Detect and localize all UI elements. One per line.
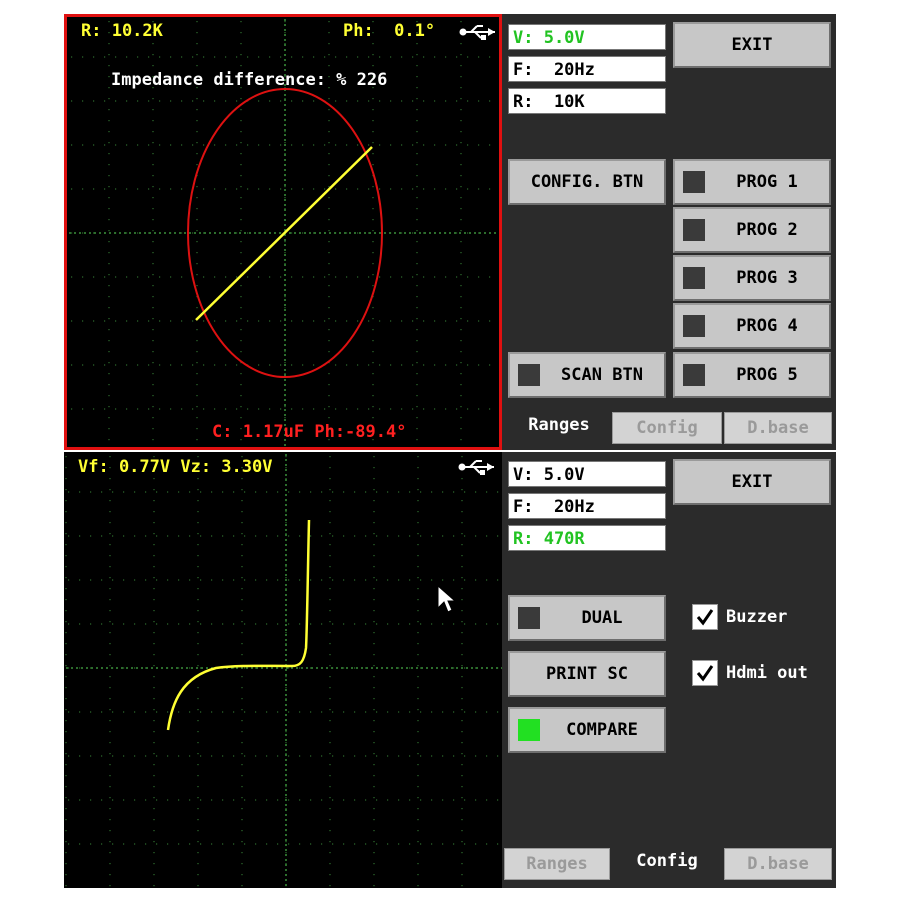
vf-vz-readout: Vf: 0.77V Vz: 3.30V xyxy=(78,457,273,477)
tab-ranges[interactable]: Ranges xyxy=(508,410,610,440)
prog-1-label: PROG 1 xyxy=(736,172,798,192)
prog-2-label: PROG 2 xyxy=(736,220,798,240)
frequency-field[interactable]: F: 20Hz xyxy=(508,493,666,519)
scan-btn-button[interactable]: SCAN BTN xyxy=(508,352,666,398)
prog-2-button[interactable]: PROG 2 xyxy=(673,207,831,253)
frequency-field[interactable]: F: 20Hz xyxy=(508,56,666,82)
prog-1-button[interactable]: PROG 1 xyxy=(673,159,831,205)
tab-config[interactable]: Config xyxy=(612,846,722,876)
tab-dbase[interactable]: D.base xyxy=(724,412,832,444)
compare-label: COMPARE xyxy=(566,720,638,740)
dual-button[interactable]: DUAL xyxy=(508,595,666,641)
check-icon xyxy=(692,660,718,686)
tab-config[interactable]: Config xyxy=(612,412,722,444)
resistance-readout: R: 10.2K xyxy=(81,21,163,41)
prog-5-button[interactable]: PROG 5 xyxy=(673,352,831,398)
tab-dbase[interactable]: D.base xyxy=(724,848,832,880)
diode-scope-plot xyxy=(65,454,502,887)
voltage-field[interactable]: V: 5.0V xyxy=(508,24,666,50)
prog-1-indicator xyxy=(683,171,705,193)
prog-3-label: PROG 3 xyxy=(736,268,798,288)
prog-3-button[interactable]: PROG 3 xyxy=(673,255,831,301)
exit-button-label: EXIT xyxy=(731,35,773,55)
prog-4-label: PROG 4 xyxy=(736,316,798,336)
prog-2-indicator xyxy=(683,219,705,241)
prog-5-indicator xyxy=(683,364,705,386)
diode-scope: Vf: 0.77V Vz: 3.30V xyxy=(64,452,502,888)
capacitance-phase-readout: C: 1.17uF Ph:-89.4° xyxy=(212,422,407,442)
dual-label: DUAL xyxy=(581,608,623,628)
prog-5-label: PROG 5 xyxy=(736,365,798,385)
resistance-field[interactable]: R: 470R xyxy=(508,525,666,551)
exit-button-label: EXIT xyxy=(731,472,773,492)
exit-button[interactable]: EXIT xyxy=(673,459,831,505)
scan-btn-label: SCAN BTN xyxy=(561,365,643,385)
config-btn-button[interactable]: CONFIG. BTN xyxy=(508,159,666,205)
impedance-difference-text: Impedance difference: % 226 xyxy=(111,70,388,90)
compare-indicator xyxy=(518,719,540,741)
print-sc-label: PRINT SC xyxy=(546,664,628,684)
prog-4-indicator xyxy=(683,315,705,337)
scan-btn-indicator xyxy=(518,364,540,386)
prog-4-button[interactable]: PROG 4 xyxy=(673,303,831,349)
buzzer-checkbox[interactable]: Buzzer xyxy=(692,604,787,630)
prog-3-indicator xyxy=(683,267,705,289)
hdmi-out-label: Hdmi out xyxy=(726,663,808,683)
impedance-scope: R: 10.2K Ph: 0.1° Impedance difference: … xyxy=(64,14,502,450)
voltage-field[interactable]: V: 5.0V xyxy=(508,461,666,487)
buzzer-label: Buzzer xyxy=(726,607,788,627)
resistance-field[interactable]: R: 10K xyxy=(508,88,666,114)
check-icon xyxy=(692,604,718,630)
compare-button[interactable]: COMPARE xyxy=(508,707,666,753)
tab-ranges[interactable]: Ranges xyxy=(504,848,610,880)
diode-trace xyxy=(166,519,311,731)
print-sc-button[interactable]: PRINT SC xyxy=(508,651,666,697)
config-btn-label: CONFIG. BTN xyxy=(530,172,644,192)
hdmi-out-checkbox[interactable]: Hdmi out xyxy=(692,660,808,686)
exit-button[interactable]: EXIT xyxy=(673,22,831,68)
scope-grid xyxy=(65,454,502,887)
dual-indicator xyxy=(518,607,540,629)
phase-readout: Ph: 0.1° xyxy=(343,21,436,41)
